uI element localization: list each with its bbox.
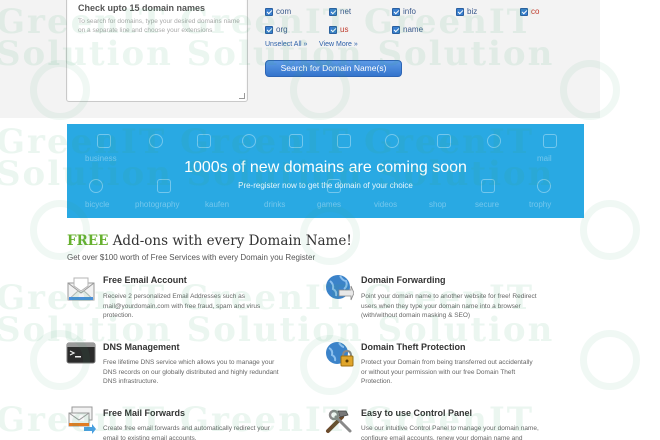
tld-label: info <box>403 7 416 16</box>
banner-title: 1000s of new domains are coming soon <box>184 159 467 176</box>
banner-subtitle: Pre-register now to get the domain of yo… <box>238 181 413 190</box>
feature-title: Easy to use Control Panel <box>361 408 473 418</box>
checkbox-checked-icon[interactable] <box>520 7 528 16</box>
watermark-logo <box>580 330 640 390</box>
textarea-title: Check upto 15 domain names <box>78 3 206 13</box>
camera-icon <box>289 134 303 148</box>
pin-icon <box>242 134 256 148</box>
domain-names-textarea[interactable]: Check upto 15 domain names To search for… <box>66 0 248 102</box>
resize-handle[interactable] <box>239 93 245 99</box>
tld-checkbox-org[interactable]: org <box>265 25 288 34</box>
cart-icon <box>149 134 163 148</box>
banner-bg-word: kaufen <box>205 200 230 209</box>
tld-label: net <box>340 7 352 16</box>
feature-description: Use our intuitive Control Panel to manag… <box>361 425 539 440</box>
banner-bg-word: shop <box>429 200 447 209</box>
checkbox-checked-icon[interactable] <box>392 25 400 34</box>
view-more-link[interactable]: View More » <box>319 41 358 48</box>
banner-bg-word: trophy <box>529 200 552 209</box>
feature-title: DNS Management <box>103 342 180 352</box>
banner-bg-word: secure <box>475 200 500 209</box>
tld-label: name <box>403 25 424 34</box>
addons-subheading: Get over $100 worth of Free Services wit… <box>67 253 316 262</box>
search-domain-button[interactable]: Search for Domain Name(s) <box>265 60 402 77</box>
textarea-placeholder: To search for domains, type your desired… <box>78 18 240 34</box>
tld-checkbox-co[interactable]: co <box>520 7 539 16</box>
feature-description: Protect your Domain from being transferr… <box>361 359 533 385</box>
watermark-logo <box>580 200 640 260</box>
feature-title: Domain Forwarding <box>361 275 446 285</box>
mail-icon <box>543 134 557 148</box>
banner-bg-word: videos <box>374 200 398 209</box>
envelope-icon <box>67 277 95 301</box>
tools-icon <box>326 409 352 433</box>
checkbox-checked-icon[interactable] <box>329 25 337 34</box>
addons-heading-text: Add-ons with every Domain Name! <box>112 233 352 249</box>
feature-description: Point your domain name to another websit… <box>361 293 537 319</box>
tld-checkbox-biz[interactable]: biz <box>456 7 477 16</box>
feature-title: Domain Theft Protection <box>361 342 466 352</box>
addons-heading: FREE Add-ons with every Domain Name! <box>67 233 352 249</box>
tld-checkbox-com[interactable]: com <box>265 7 291 16</box>
globe-arrow-icon <box>326 275 354 301</box>
calendar-icon <box>337 134 351 148</box>
banner-bg-word: games <box>317 200 342 209</box>
smile-icon <box>487 134 501 148</box>
tld-checkbox-us[interactable]: us <box>329 25 348 34</box>
checkbox-checked-icon[interactable] <box>456 7 464 16</box>
banner-bg-word: photography <box>135 200 180 209</box>
feature-title: Free Mail Forwards <box>103 408 186 418</box>
feature-description: Create free email forwards and automatic… <box>103 425 270 440</box>
tld-label: us <box>340 25 349 34</box>
feature-title: Free Email Account <box>103 275 187 285</box>
tld-label: co <box>531 7 540 16</box>
tld-checkbox-info[interactable]: info <box>392 7 416 16</box>
banner-bg-word: drinks <box>264 200 286 209</box>
unselect-all-link[interactable]: Unselect All » <box>265 41 307 48</box>
new-domains-banner[interactable]: business mail bicycle photography kaufen… <box>67 124 584 218</box>
checkbox-checked-icon[interactable] <box>265 25 273 34</box>
mail-stack-icon <box>68 406 96 434</box>
feature-description: Receive 2 personalized Email Addresses s… <box>103 293 261 319</box>
tld-label: com <box>276 7 292 16</box>
feature-description: Free lifetime DNS service which allows y… <box>103 359 279 385</box>
terminal-icon <box>66 342 96 364</box>
tld-checkbox-net[interactable]: net <box>329 7 351 16</box>
globe-lock-icon <box>326 342 354 367</box>
tld-checkbox-name[interactable]: name <box>392 25 423 34</box>
checkbox-checked-icon[interactable] <box>392 7 400 16</box>
tld-label: biz <box>467 7 478 16</box>
banner-bg-word: bicycle <box>85 200 110 209</box>
monitor-icon <box>197 134 211 148</box>
tld-label: org <box>276 25 288 34</box>
free-label: FREE <box>67 233 109 249</box>
checkbox-checked-icon[interactable] <box>329 7 337 16</box>
heart-icon <box>385 134 399 148</box>
phone-icon <box>437 134 451 148</box>
top-right-strip <box>600 0 660 118</box>
checkbox-checked-icon[interactable] <box>265 7 273 16</box>
briefcase-icon <box>97 134 111 148</box>
